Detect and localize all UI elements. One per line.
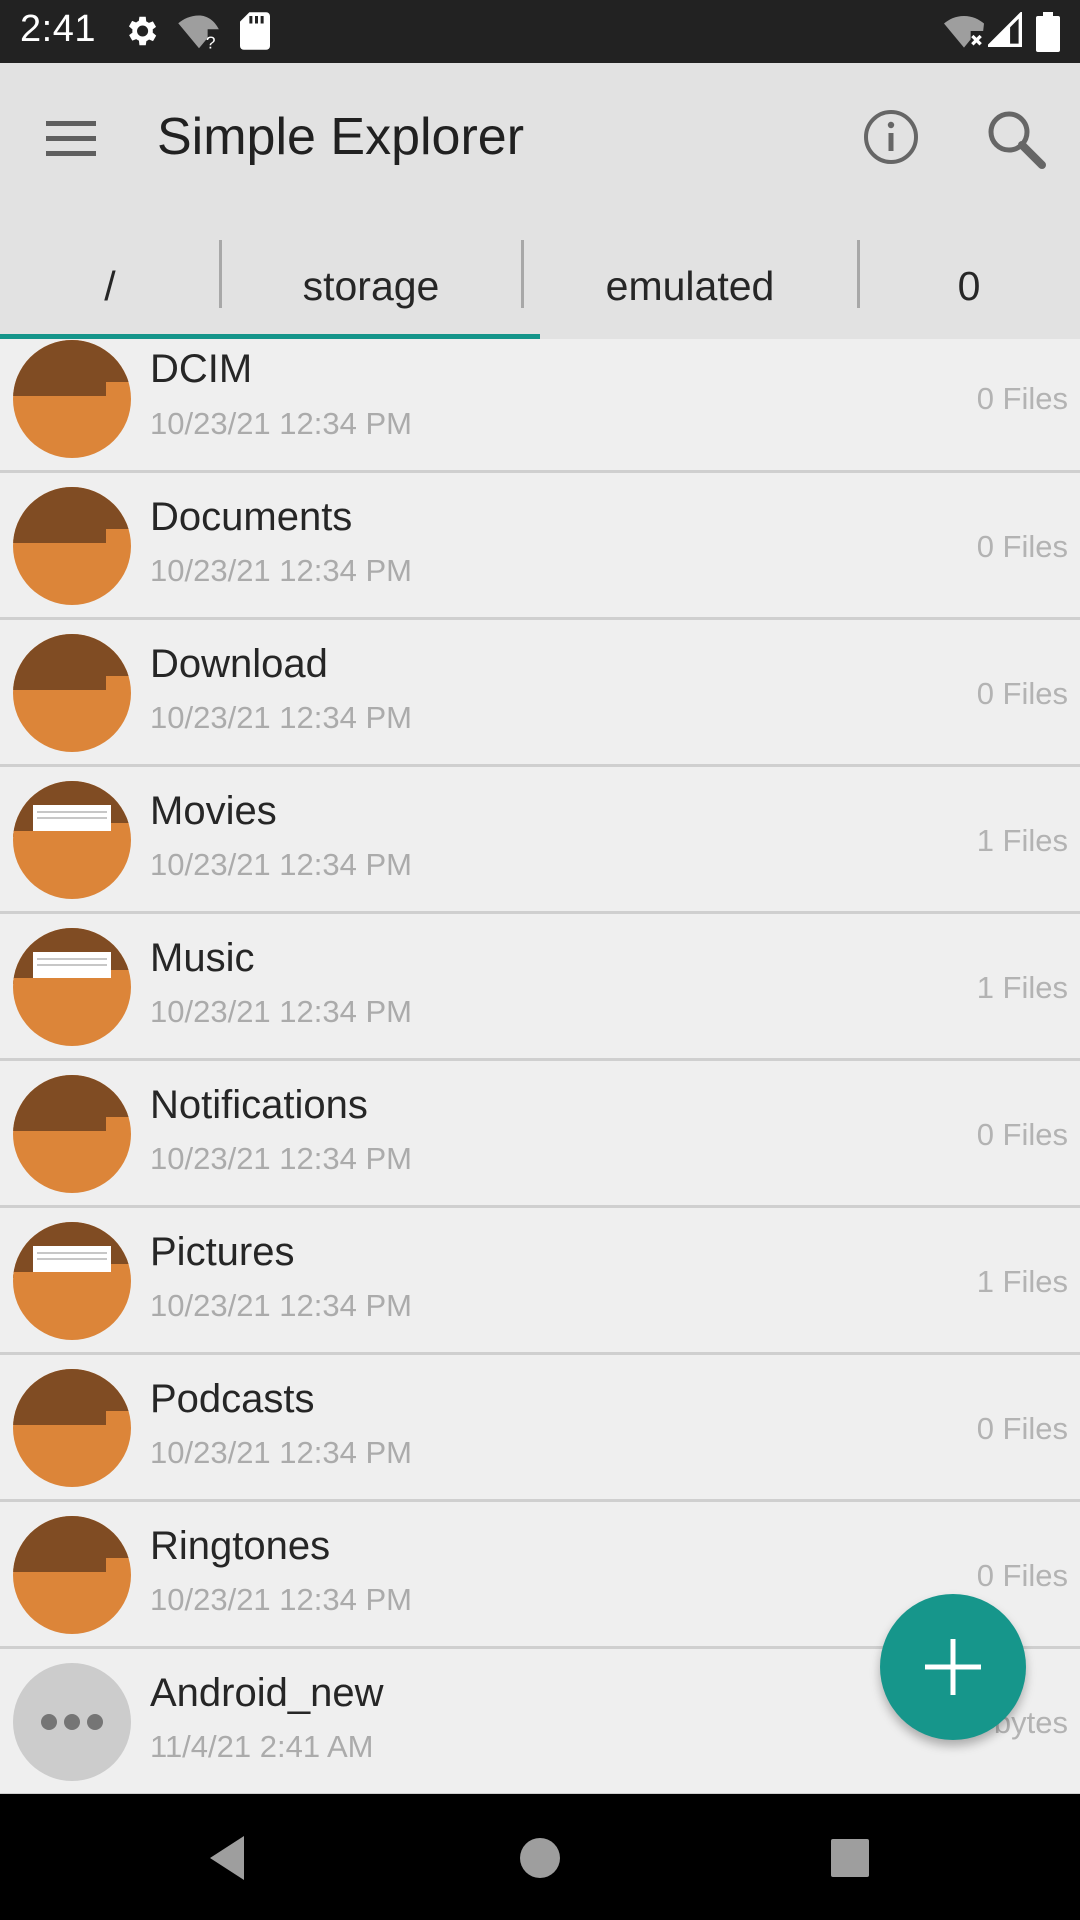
folder-with-files-icon	[13, 781, 131, 899]
file-list-item[interactable]: Download 10/23/21 12:34 PM 0 Files	[0, 620, 1080, 767]
file-list: DCIM 10/23/21 12:34 PM 0 Files Documents 10/…	[0, 339, 1080, 1794]
breadcrumb-label: emulated	[605, 262, 775, 309]
file-list-item[interactable]: Podcasts 10/23/21 12:34 PM 0 Files	[0, 1355, 1080, 1502]
folder-icon	[13, 1075, 131, 1193]
file-count: 0 Files	[976, 529, 1068, 564]
folder-with-files-icon	[13, 1222, 131, 1340]
settings-icon	[122, 12, 160, 55]
breadcrumb-storage[interactable]: storage	[220, 233, 522, 339]
file-date: 10/23/21 12:34 PM	[150, 847, 412, 882]
sd-card-icon	[240, 12, 270, 55]
file-name: Notifications	[150, 1083, 368, 1127]
file-date: 10/23/21 12:34 PM	[150, 1288, 412, 1323]
file-list-item[interactable]: Movies 10/23/21 12:34 PM 1 Files	[0, 767, 1080, 914]
breadcrumb-label: storage	[302, 262, 440, 309]
folder-icon	[13, 634, 131, 752]
file-list-item[interactable]: DCIM 10/23/21 12:34 PM 0 Files	[0, 339, 1080, 473]
file-list-item[interactable]: Pictures 10/23/21 12:34 PM 1 Files	[0, 1208, 1080, 1355]
file-count: 0 Files	[976, 1411, 1068, 1446]
breadcrumb-emulated[interactable]: emulated	[522, 233, 858, 339]
file-name: Podcasts	[150, 1377, 315, 1421]
file-name: DCIM	[150, 347, 253, 391]
info-icon[interactable]	[855, 101, 927, 173]
breadcrumb-divider	[521, 240, 524, 308]
file-count: 0 Files	[976, 676, 1068, 711]
folder-icon	[13, 1369, 131, 1487]
file-name: Documents	[150, 495, 353, 539]
hamburger-menu-icon[interactable]	[38, 109, 108, 169]
file-date: 10/23/21 12:34 PM	[150, 406, 412, 441]
file-date: 10/23/21 12:34 PM	[150, 1435, 412, 1470]
wifi-off-icon	[944, 12, 984, 55]
file-name: Android_new	[150, 1671, 384, 1715]
back-icon[interactable]	[202, 1828, 262, 1888]
file-list-item[interactable]: Documents 10/23/21 12:34 PM 0 Files	[0, 473, 1080, 620]
unknown-file-icon	[13, 1663, 131, 1781]
recents-icon[interactable]	[820, 1828, 880, 1888]
folder-with-files-icon	[13, 928, 131, 1046]
breadcrumb: / storage emulated 0	[0, 233, 1080, 339]
search-icon[interactable]	[980, 103, 1052, 175]
breadcrumb-0[interactable]: 0	[858, 233, 1080, 339]
breadcrumb-divider	[857, 240, 860, 308]
status-bar: 2:41 ?	[0, 0, 1080, 63]
folder-icon	[13, 340, 131, 458]
file-date: 11/4/21 2:41 AM	[150, 1729, 374, 1764]
file-count: 1 Files	[976, 1264, 1068, 1299]
file-list-item[interactable]: Notifications 10/23/21 12:34 PM 0 Files	[0, 1061, 1080, 1208]
file-date: 10/23/21 12:34 PM	[150, 1141, 412, 1176]
file-date: 10/23/21 12:34 PM	[150, 994, 412, 1029]
file-name: Music	[150, 936, 255, 980]
file-count: 1 Files	[976, 970, 1068, 1005]
file-count: 1 Files	[976, 823, 1068, 858]
file-date: 10/23/21 12:34 PM	[150, 1582, 412, 1617]
app-bar: Simple Explorer / storage emulated 0	[0, 63, 1080, 339]
breadcrumb-label: /	[104, 262, 116, 309]
file-count: 0 Files	[976, 1558, 1068, 1593]
file-count: 0 Files	[976, 1117, 1068, 1152]
add-button[interactable]	[880, 1594, 1026, 1740]
file-name: Download	[150, 642, 328, 686]
breadcrumb-divider	[219, 240, 222, 308]
breadcrumb-label: 0	[957, 262, 981, 309]
app-title: Simple Explorer	[157, 108, 525, 166]
svg-text:?: ?	[206, 32, 216, 50]
status-time: 2:41	[20, 8, 96, 50]
signal-icon	[985, 10, 1022, 53]
navigation-bar	[0, 1794, 1080, 1920]
wifi-unknown-icon: ?	[178, 12, 220, 55]
file-name: Ringtones	[150, 1524, 331, 1568]
folder-icon	[13, 1516, 131, 1634]
file-date: 10/23/21 12:34 PM	[150, 553, 412, 588]
battery-icon	[1036, 12, 1060, 57]
file-list-item[interactable]: Music 10/23/21 12:34 PM 1 Files	[0, 914, 1080, 1061]
file-date: 10/23/21 12:34 PM	[150, 700, 412, 735]
folder-icon	[13, 487, 131, 605]
file-count: 0 Files	[976, 381, 1068, 416]
breadcrumb-root[interactable]: /	[0, 233, 220, 339]
file-name: Movies	[150, 789, 277, 833]
file-name: Pictures	[150, 1230, 295, 1274]
home-icon[interactable]	[510, 1828, 570, 1888]
add-icon	[925, 1639, 981, 1695]
